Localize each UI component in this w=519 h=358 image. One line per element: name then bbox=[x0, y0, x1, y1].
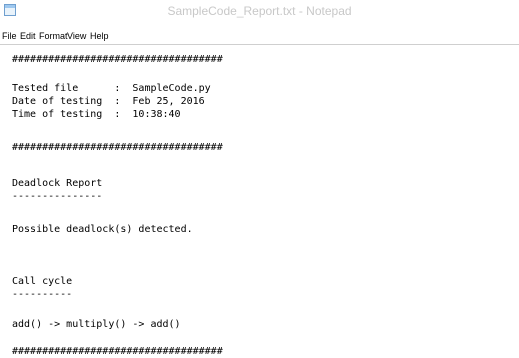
menu-view[interactable]: View bbox=[67, 29, 86, 43]
text-line: Tested file : SampleCode.py bbox=[12, 83, 211, 94]
text-line: Possible deadlock(s) detected. bbox=[12, 224, 193, 235]
text-line: ################################### bbox=[12, 142, 223, 153]
notepad-window: SampleCode_Report.txt - Notepad File Edi… bbox=[0, 0, 519, 358]
text-line: --------------- bbox=[12, 191, 103, 202]
text-line: ---------- bbox=[12, 289, 73, 300]
text-line: add() -> multiply() -> add() bbox=[12, 319, 181, 330]
text-line: Call cycle bbox=[12, 276, 73, 287]
window-title: SampleCode_Report.txt - Notepad bbox=[167, 4, 352, 18]
title-bar[interactable]: SampleCode_Report.txt - Notepad bbox=[0, 0, 519, 28]
text-line: ################################### bbox=[12, 54, 223, 65]
text-line: ################################### bbox=[12, 346, 223, 357]
menu-bar: File Edit Format View Help bbox=[0, 28, 519, 45]
menu-edit[interactable]: Edit bbox=[20, 29, 36, 43]
menu-file[interactable]: File bbox=[2, 29, 17, 43]
menu-format[interactable]: Format bbox=[39, 29, 68, 43]
text-line: Deadlock Report bbox=[12, 178, 103, 189]
text-line: Date of testing : Feb 25, 2016 bbox=[12, 96, 205, 107]
menu-help[interactable]: Help bbox=[90, 29, 109, 43]
text-line: Time of testing : 10:38:40 bbox=[12, 109, 181, 120]
text-editor[interactable]: ################################### Test… bbox=[0, 45, 519, 358]
